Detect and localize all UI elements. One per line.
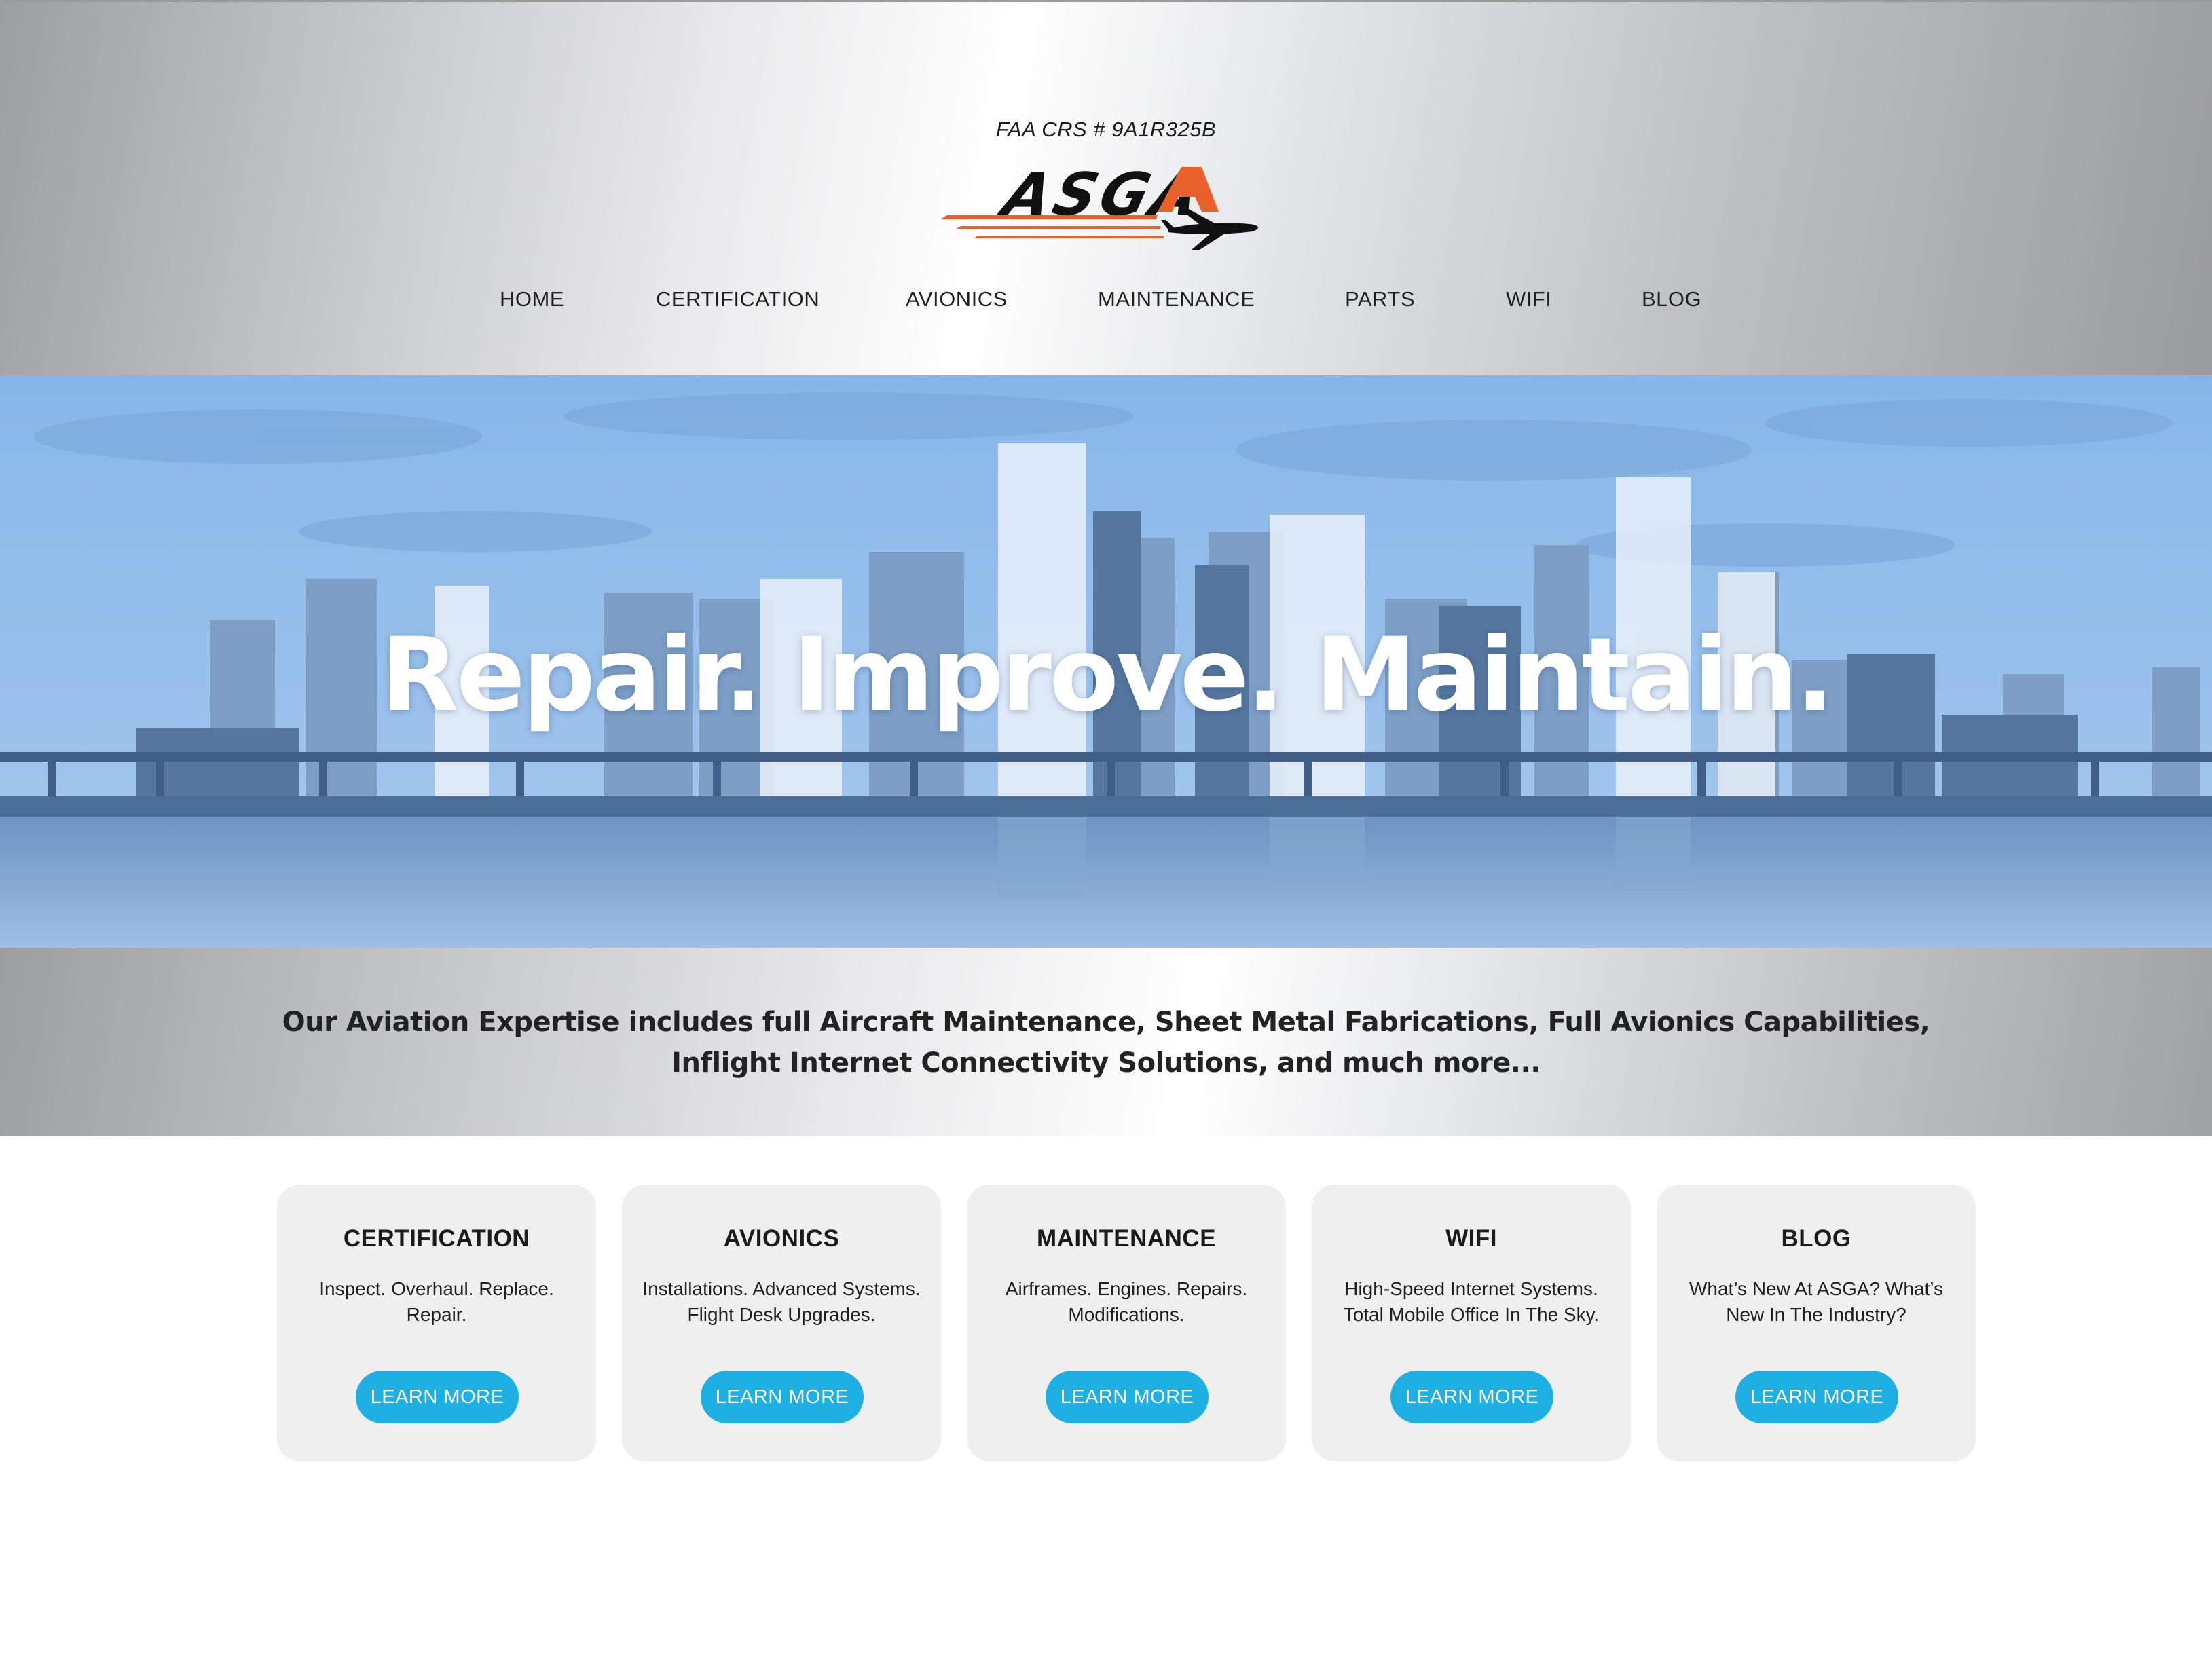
card-wifi: WIFI High-Speed Internet Systems. Total …	[1312, 1185, 1631, 1461]
learn-more-button-blog[interactable]: LEARN MORE	[1735, 1371, 1898, 1423]
learn-more-button-avionics[interactable]: LEARN MORE	[701, 1371, 864, 1423]
card-title: BLOG	[1781, 1225, 1851, 1252]
nav-maintenance[interactable]: MAINTENANCE	[1098, 287, 1255, 312]
card-title: CERTIFICATION	[343, 1225, 530, 1252]
nav-parts[interactable]: PARTS	[1345, 287, 1415, 312]
card-description: Airframes. Engines. Repairs. Modificatio…	[1005, 1278, 1248, 1325]
expertise-band: Our Aviation Expertise includes full Air…	[0, 948, 2212, 1136]
card-description: Inspect. Overhaul. Replace. Repair.	[319, 1278, 554, 1325]
nav-wifi[interactable]: WIFI	[1506, 287, 1551, 312]
faa-certificate-text: FAA CRS # 9A1R325B	[995, 117, 1217, 141]
main-nav: HOME CERTIFICATION AVIONICS MAINTENANCE …	[0, 287, 2212, 322]
card-certification: CERTIFICATION Inspect. Overhaul. Replace…	[277, 1185, 596, 1461]
site-header: FAA CRS # 9A1R325B ASGA HOME CERTIFICATI…	[0, 2, 2212, 375]
expertise-text: Our Aviation Expertise includes full Air…	[282, 1007, 1930, 1079]
nav-avionics[interactable]: AVIONICS	[906, 287, 1008, 312]
card-maintenance: MAINTENANCE Airframes. Engines. Repairs.…	[967, 1185, 1286, 1461]
hero-title: Repair. Improve. Maintain.	[380, 616, 1834, 734]
learn-more-button-certification[interactable]: LEARN MORE	[356, 1371, 519, 1423]
learn-more-button-maintenance[interactable]: LEARN MORE	[1046, 1371, 1209, 1423]
card-description: Installations. Advanced Systems. Flight …	[642, 1278, 921, 1325]
nav-blog[interactable]: BLOG	[1642, 287, 1701, 312]
card-title: WIFI	[1445, 1225, 1497, 1252]
card-title: AVIONICS	[723, 1225, 840, 1252]
hero-banner: Repair. Improve. Maintain.	[0, 375, 2212, 948]
card-blog: BLOG What’s New At ASGA? What’s New In T…	[1657, 1185, 1976, 1461]
asga-logo[interactable]: ASGA	[934, 162, 1266, 257]
nav-home[interactable]: HOME	[500, 287, 564, 312]
card-description: High-Speed Internet Systems. Total Mobil…	[1343, 1278, 1600, 1325]
card-title: MAINTENANCE	[1036, 1225, 1217, 1252]
card-avionics: AVIONICS Installations. Advanced Systems…	[622, 1185, 941, 1461]
learn-more-button-wifi[interactable]: LEARN MORE	[1390, 1371, 1553, 1423]
card-description: What’s New At ASGA? What’s New In The In…	[1689, 1278, 1943, 1325]
asga-logo-graphic: ASGA	[940, 162, 1259, 250]
nav-certification[interactable]: CERTIFICATION	[656, 287, 819, 312]
